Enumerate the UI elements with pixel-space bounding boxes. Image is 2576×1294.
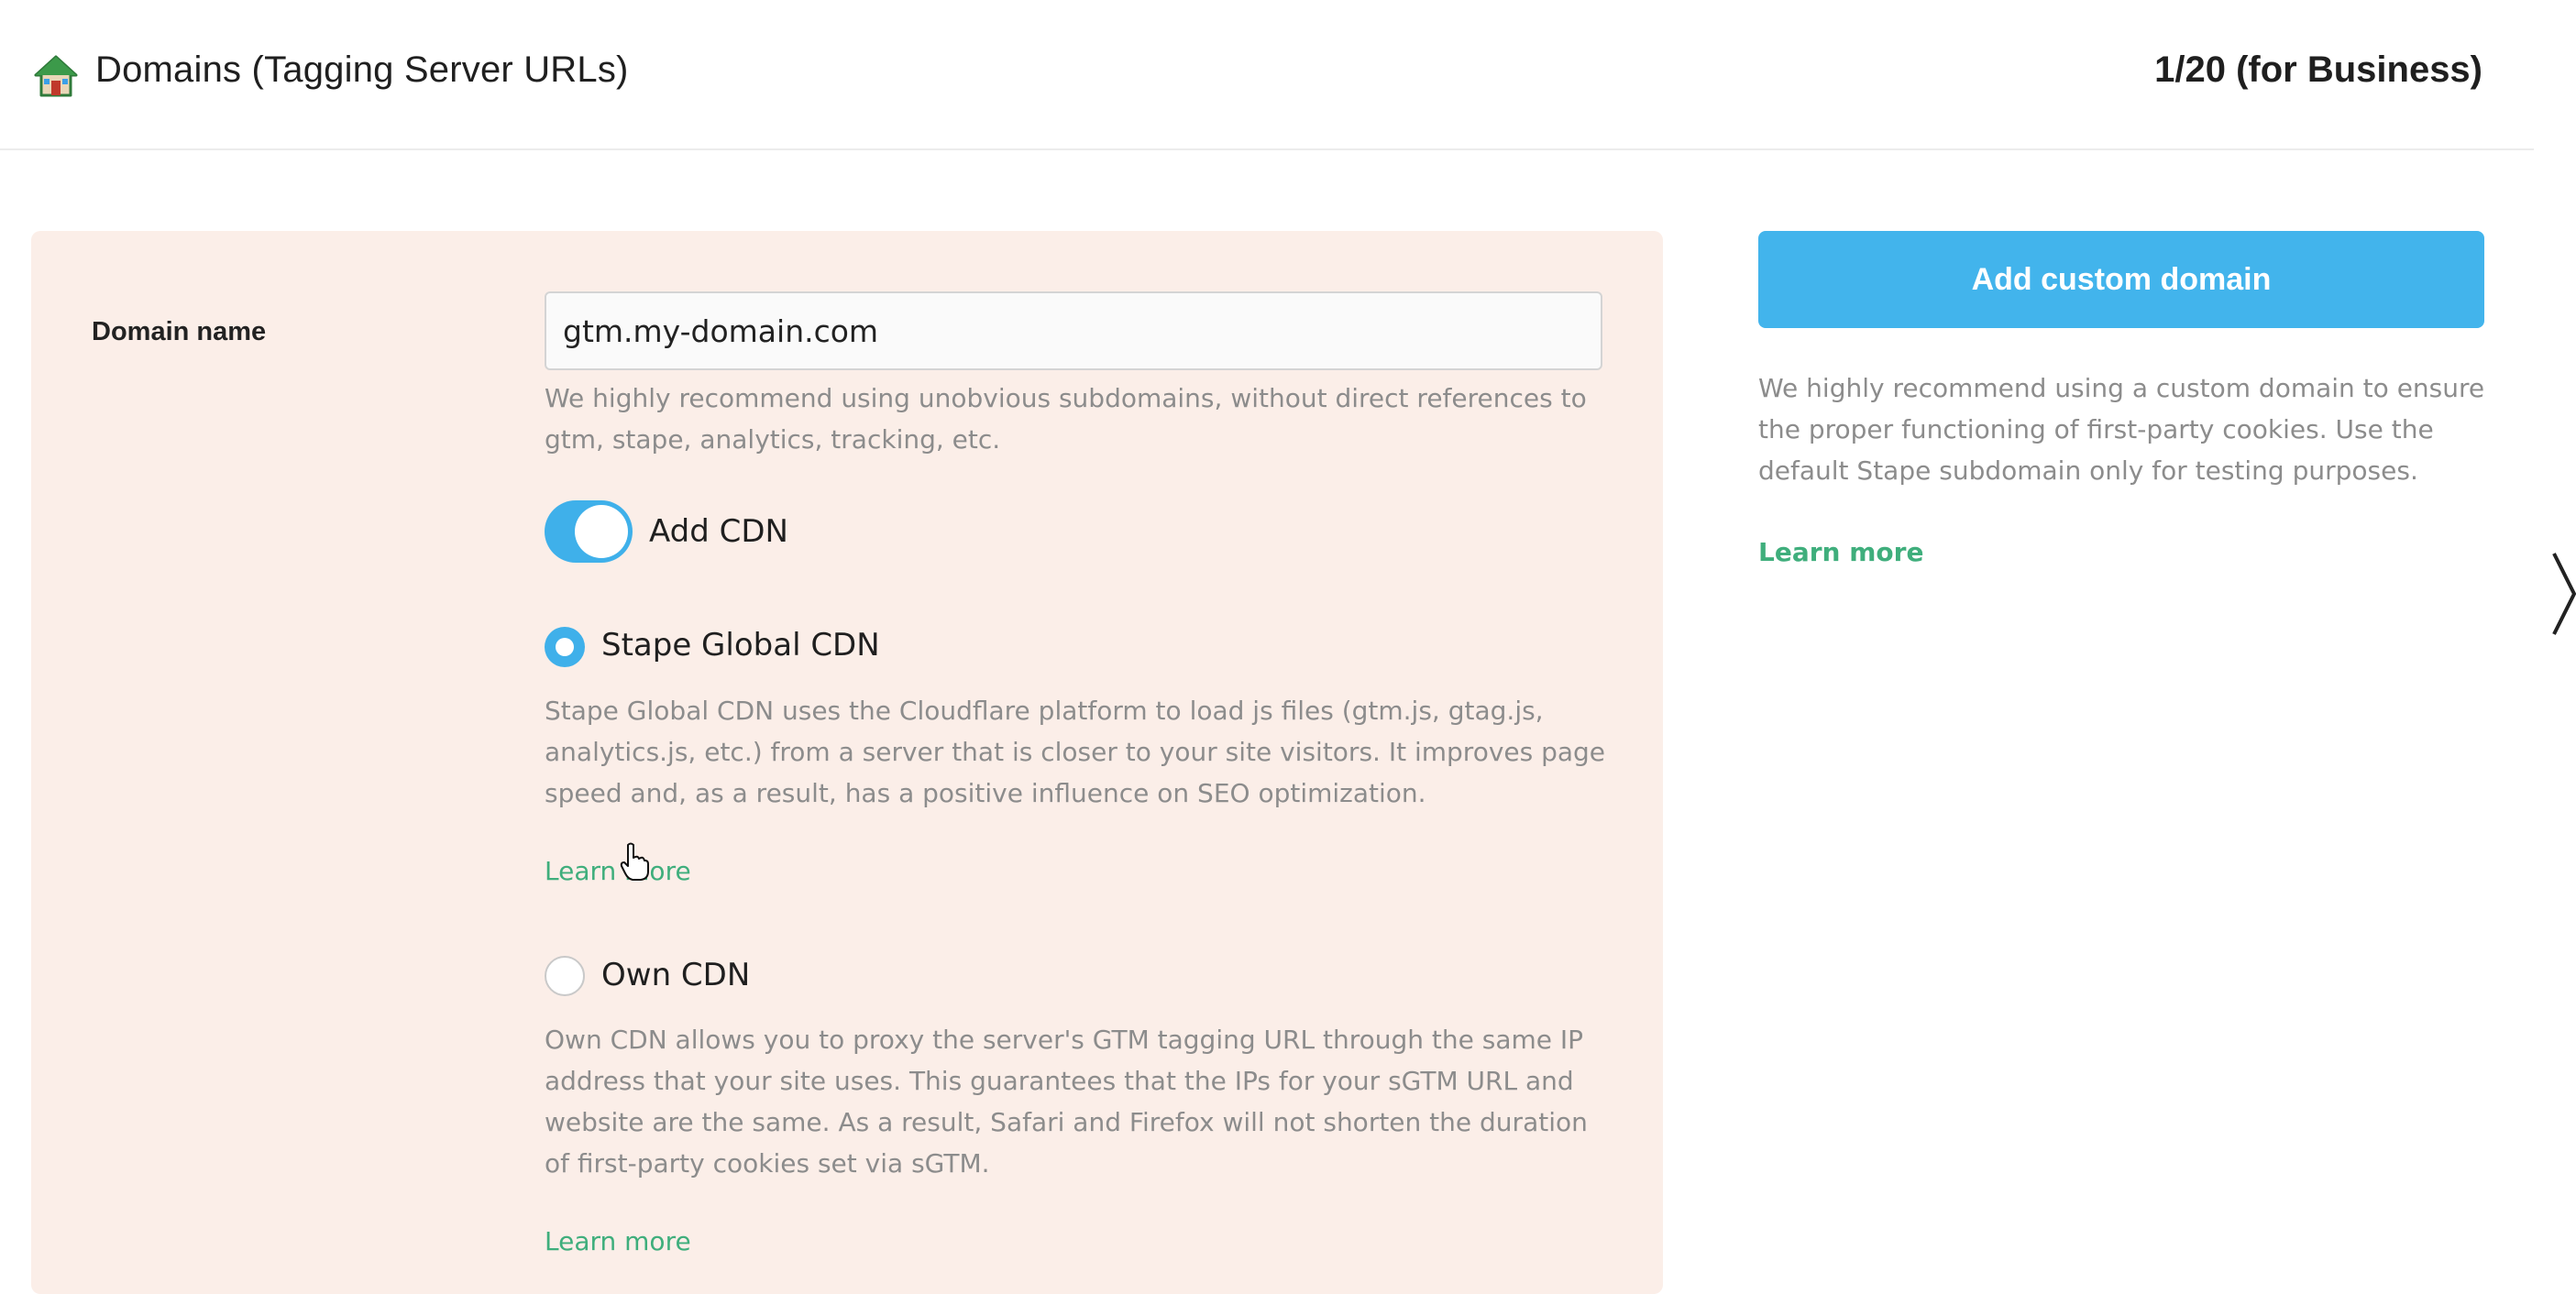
domain-name-input[interactable]: [545, 291, 1602, 370]
own-cdn-label: Own CDN: [601, 957, 751, 993]
add-custom-domain-button[interactable]: Add custom domain: [1758, 231, 2484, 328]
page-title: Domains (Tagging Server URLs): [95, 49, 629, 90]
chevron-right-icon[interactable]: [2552, 550, 2576, 638]
add-cdn-label: Add CDN: [649, 513, 788, 550]
toggle-knob: [575, 505, 628, 558]
stape-global-cdn-radio[interactable]: [545, 627, 585, 667]
own-cdn-radio[interactable]: [545, 956, 585, 996]
stape-global-cdn-label: Stape Global CDN: [601, 627, 880, 663]
domain-name-label: Domain name: [92, 317, 267, 346]
domain-help-text: We highly recommend using unobvious subd…: [545, 383, 1587, 455]
radio-dot: [556, 638, 574, 656]
page-header: Domains (Tagging Server URLs) 1/20 (for …: [0, 0, 2534, 150]
add-cdn-toggle[interactable]: [545, 500, 633, 563]
home-icon: [34, 55, 78, 97]
own-cdn-learn-more-link[interactable]: Learn more: [545, 1226, 691, 1256]
custom-domain-learn-more-link[interactable]: Learn more: [1758, 537, 1923, 567]
domain-count: 1/20 (for Business): [2154, 49, 2482, 90]
own-cdn-description: Own CDN allows you to proxy the server's…: [545, 1025, 1588, 1179]
custom-domain-help-text: We highly recommend using a custom domai…: [1758, 373, 2485, 486]
stape-global-cdn-description: Stape Global CDN uses the Cloudflare pla…: [545, 696, 1606, 808]
stape-global-cdn-learn-more-link[interactable]: Learn more: [545, 856, 691, 886]
hand-cursor-icon: [620, 842, 649, 881]
page: Domains (Tagging Server URLs) 1/20 (for …: [0, 0, 2534, 1294]
